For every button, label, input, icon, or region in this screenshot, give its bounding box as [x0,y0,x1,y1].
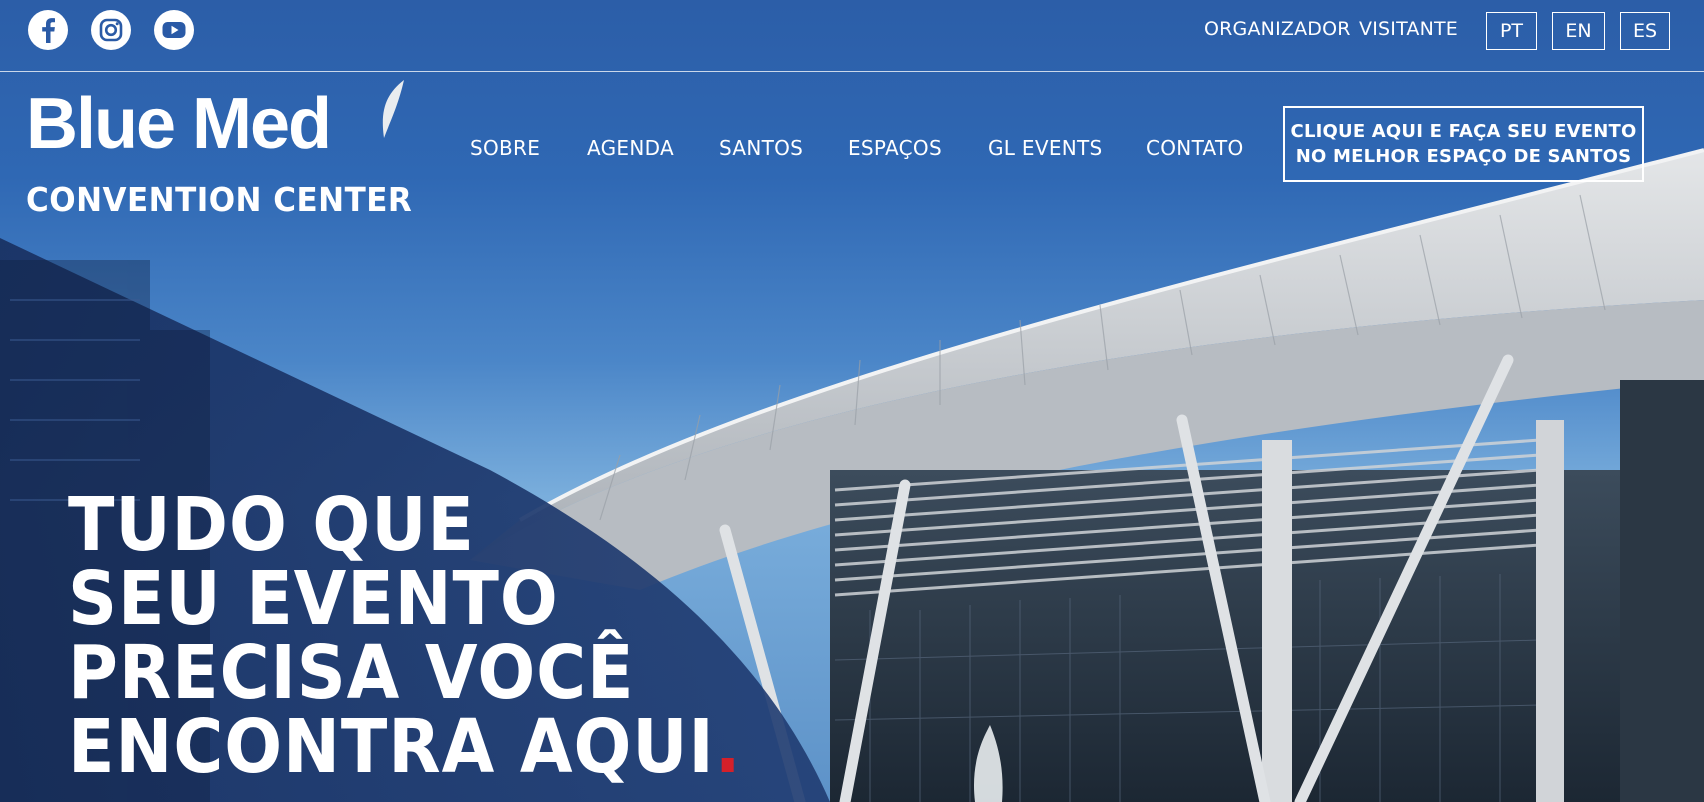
nav-agenda[interactable]: AGENDA [587,136,674,160]
leaf-icon [382,80,404,138]
facebook-link[interactable] [28,10,68,50]
hero-line-1: TUDO QUE [68,482,475,568]
youtube-link[interactable] [154,10,194,50]
hero-line-2: SEU EVENTO [68,556,559,642]
organizador-link[interactable]: ORGANIZADOR [1204,18,1351,40]
nav-santos[interactable]: SANTOS [719,136,803,160]
nav-contato[interactable]: CONTATO [1146,136,1244,160]
top-bar: ORGANIZADOR VISITANTE PT EN ES [0,0,1704,72]
instagram-icon [99,18,123,42]
nav-gl-events[interactable]: GL EVENTS [988,136,1103,160]
visitante-link[interactable]: VISITANTE [1359,18,1458,40]
cta-line-1: CLIQUE AQUI E FAÇA SEU EVENTO [1290,121,1637,142]
language-es-button[interactable]: ES [1620,12,1670,50]
site-logo[interactable]: Blue Med CONVENTION CENTER [26,80,416,225]
language-pt-button[interactable]: PT [1486,12,1537,50]
hero-line-3: PRECISA VOCÊ [68,630,635,716]
hero-line-4-text: ENCONTRA AQUI [68,704,715,790]
logo-wordmark: Blue Med [26,84,332,164]
nav-espacos[interactable]: ESPAÇOS [848,136,942,160]
logo-subtitle: CONVENTION CENTER [26,180,413,219]
cta-line-2: NO MELHOR ESPAÇO DE SANTOS [1295,146,1632,167]
nav-sobre[interactable]: SOBRE [470,136,540,160]
facebook-icon [42,18,55,43]
cta-button[interactable]: CLIQUE AQUI E FAÇA SEU EVENTO NO MELHOR … [1283,106,1644,182]
language-en-button[interactable]: EN [1552,12,1605,50]
hero-banner: ORGANIZADOR VISITANTE PT EN ES Blue Med … [0,0,1704,802]
hero-headline: TUDO QUE SEU EVENTO PRECISA VOCÊ ENCONTR… [68,488,800,784]
hero-accent-dot: . [714,704,742,790]
youtube-icon [162,22,186,38]
instagram-link[interactable] [91,10,131,50]
hero-line-4: ENCONTRA AQUI. [68,710,741,784]
